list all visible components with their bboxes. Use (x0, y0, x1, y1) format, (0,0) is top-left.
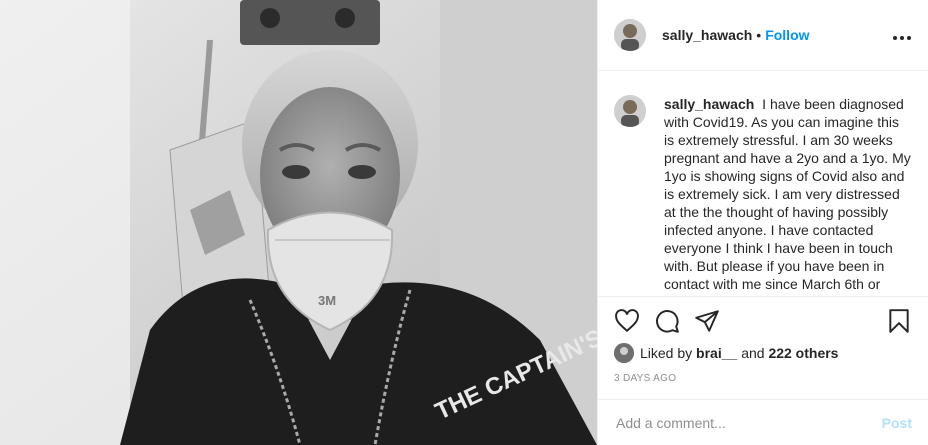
action-bar: Liked by brai__ and 222 others 3 DAYS AG… (598, 296, 928, 384)
post-header: sally_hawach • Follow (598, 0, 928, 71)
bookmark-icon[interactable] (886, 308, 912, 334)
follow-button[interactable]: Follow (765, 27, 809, 43)
author-avatar[interactable] (614, 19, 646, 51)
action-icons (598, 297, 928, 337)
avatar-image (614, 95, 646, 127)
comment-input[interactable] (614, 413, 882, 432)
more-options-icon[interactable] (892, 26, 912, 44)
mask-brand: 3M (318, 293, 336, 308)
separator-dot: • (756, 27, 762, 43)
instagram-post: 3M THE CAPTAIN'S RIDE sally_hawach • Fol… (0, 0, 928, 445)
avatar-image (614, 19, 646, 51)
post-timestamp[interactable]: 3 DAYS AGO (598, 373, 928, 384)
likes-summary: Liked by brai__ and 222 others (598, 343, 928, 363)
post-comment-button[interactable]: Post (882, 415, 912, 431)
caption-text: I have been diagnosed with Covid19. As y… (664, 96, 911, 292)
likes-prefix: Liked by (640, 345, 693, 361)
post-photo[interactable]: 3M THE CAPTAIN'S RIDE (0, 0, 597, 445)
post-sidebar: sally_hawach • Follow sally_hawach I hav… (597, 0, 928, 445)
comments-area[interactable]: sally_hawach I have been diagnosed with … (598, 71, 928, 293)
selfie-image: 3M THE CAPTAIN'S RIDE (0, 0, 597, 445)
caption-avatar[interactable] (614, 95, 646, 127)
add-comment-bar: Post (598, 399, 928, 445)
heart-icon[interactable] (614, 308, 640, 334)
comment-icon[interactable] (654, 308, 680, 334)
share-icon[interactable] (694, 308, 720, 334)
liker-username[interactable]: brai__ (696, 345, 737, 361)
author-username[interactable]: sally_hawach (662, 27, 752, 43)
liker-avatar[interactable] (614, 343, 634, 363)
likes-others-link[interactable]: 222 others (768, 345, 838, 361)
likes-conj: and (741, 345, 765, 361)
caption: sally_hawach I have been diagnosed with … (664, 95, 912, 293)
caption-username[interactable]: sally_hawach (664, 96, 754, 112)
